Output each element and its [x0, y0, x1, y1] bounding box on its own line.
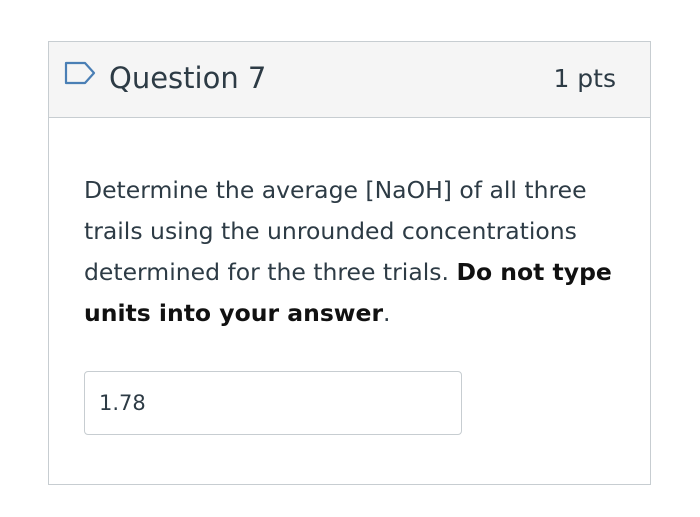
question-text-end: . [383, 299, 391, 327]
flag-question-icon[interactable] [63, 60, 97, 88]
question-text: Determine the average [NaOH] of all thre… [84, 170, 634, 334]
question-title: Question 7 [109, 61, 267, 95]
question-points: 1 pts [553, 64, 616, 93]
question-header: Question 7 1 pts [49, 42, 650, 118]
answer-input[interactable] [84, 371, 462, 435]
question-card: Question 7 1 pts Determine the average [… [48, 41, 651, 485]
